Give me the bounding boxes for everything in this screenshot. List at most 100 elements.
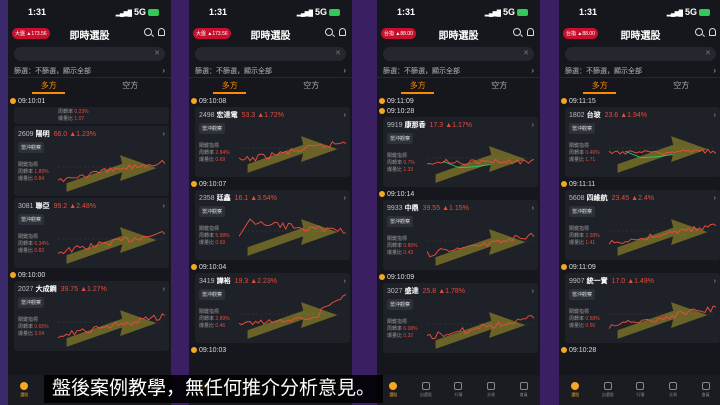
filter-row[interactable]: 篩選：不篩選，顯示全部 › xyxy=(189,64,352,78)
stock-card[interactable]: 3081 聯亞 99.2 ▲2.48% › 當沖觀察 關鍵指標 周轉率 6.34% 爆量比 0.… xyxy=(14,198,169,268)
observe-button[interactable]: 當沖觀察 xyxy=(18,214,45,225)
filter-row[interactable]: 篩選：不篩選，顯示全部 › xyxy=(8,64,171,78)
signal-time: 09:10:14 xyxy=(387,190,415,198)
stock-code: 3419 xyxy=(199,277,215,285)
page-title: 即時選股 xyxy=(620,30,661,42)
close-icon[interactable]: ✕ xyxy=(154,49,160,57)
bottom-nav-item[interactable]: 會員 xyxy=(512,382,536,398)
bottom-nav-item[interactable]: 交易 xyxy=(479,382,503,398)
close-icon[interactable]: ✕ xyxy=(335,49,341,57)
index-badge[interactable]: 台指 ▲88.00 xyxy=(381,28,416,39)
bottom-nav: 選股 自選股 行情 交易 會員 xyxy=(377,375,540,405)
nav-bar: 大盤 ▲173.56 即時選股 xyxy=(8,24,171,44)
observe-button[interactable]: 當沖觀察 xyxy=(199,123,226,134)
filter-row[interactable]: 篩選：不篩選，顯示全部 › xyxy=(377,64,540,78)
stock-card[interactable]: 2609 陽明 66.0 ▲1.23% › 當沖觀察 關鍵指標 周轉率 1.89% 爆量比 0.… xyxy=(14,126,169,196)
volume-ratio-value: 1.07 xyxy=(74,116,85,122)
observe-button[interactable]: 當沖觀察 xyxy=(569,123,596,134)
bottom-nav-item[interactable]: 行情 xyxy=(628,382,652,398)
index-badge[interactable]: 大盤 ▲173.56 xyxy=(193,28,231,39)
bottom-nav-item[interactable]: 會員 xyxy=(694,382,718,398)
stock-card[interactable]: 2358 廷鑫 16.1 ▲3.54% › 當沖觀察 關鍵指標 周轉率 5.98% 爆量比 0.… xyxy=(195,190,350,260)
signal-list[interactable]: 09:11:15 1802 台玻 23.6 ▲1.94% › 當沖觀察 關鍵指標 周轉率 0.4… xyxy=(559,96,720,375)
tab-long[interactable]: 多方 xyxy=(377,78,459,94)
search-icon[interactable] xyxy=(325,28,333,36)
stock-card[interactable]: 9933 中鼎 39.55 ▲1.15% › 當沖觀察 關鍵指標 周轉率 0.86% 爆量比 0… xyxy=(383,200,538,270)
tab-short[interactable]: 空方 xyxy=(459,78,541,94)
alarm-icon xyxy=(191,98,197,104)
stock-card[interactable]: 3027 盛達 25.8 ▲1.78% › 當沖觀察 關鍵指標 周轉率 6.08% 爆量比 0.… xyxy=(383,283,538,353)
chevron-right-icon: › xyxy=(162,285,165,293)
bottom-nav-item[interactable]: 自選股 xyxy=(596,382,620,398)
tab-bar: 多方 空方 xyxy=(377,78,540,94)
intraday-chart xyxy=(58,140,165,194)
bottom-nav-item[interactable]: 選股 xyxy=(381,382,405,398)
bell-icon[interactable] xyxy=(527,28,534,36)
observe-button[interactable]: 當沖觀察 xyxy=(18,297,45,308)
bottom-nav-item[interactable]: 交易 xyxy=(661,382,685,398)
tab-short[interactable]: 空方 xyxy=(90,78,172,94)
stock-card[interactable]: 1802 台玻 23.6 ▲1.94% › 當沖觀察 關鍵指標 周轉率 0.46% 爆量比 1.… xyxy=(565,107,720,177)
stock-card[interactable]: 9919 康那香 17.3 ▲1.17% › 當沖觀察 關鍵指標 周轉率 0.7% 爆量比 1.… xyxy=(383,117,538,187)
stock-card[interactable]: 3419 譁裕 19.3 ▲2.23% › 當沖觀察 關鍵指標 周轉率 2.89% 爆量比 0.… xyxy=(195,273,350,343)
time-row: 09:10:07 xyxy=(189,179,352,189)
signal-time: 09:11:09 xyxy=(569,263,596,271)
search-input[interactable]: ✕ xyxy=(14,47,165,61)
search-input[interactable]: ✕ xyxy=(195,47,346,61)
nav-icon xyxy=(701,382,710,390)
signal-list[interactable]: 09:10:01 周轉率 0.23% 爆量比 1.07 2609 陽明 66.0 ▲1.23… xyxy=(8,96,171,375)
status-time: 1:31 xyxy=(579,7,598,17)
observe-button[interactable]: 當沖觀察 xyxy=(569,206,596,217)
search-icon[interactable] xyxy=(144,28,152,36)
stock-card[interactable]: 周轉率 0.23% 爆量比 1.07 xyxy=(14,107,169,124)
signal-time: 09:11:09 xyxy=(387,97,414,105)
signal-list[interactable]: 09:11:09 09:10:28 9919 康那香 17.3 ▲1.17% › 當沖觀察 關鍵… xyxy=(377,96,540,375)
observe-button[interactable]: 當沖觀察 xyxy=(569,289,596,300)
bell-icon[interactable] xyxy=(158,28,165,36)
search-input[interactable]: ✕ xyxy=(383,47,534,61)
close-icon[interactable]: ✕ xyxy=(705,49,711,57)
volume-ratio-value: 0.84 xyxy=(34,176,45,182)
observe-button[interactable]: 當沖觀察 xyxy=(199,206,226,217)
stock-price: 39.55 xyxy=(422,204,441,212)
stock-card[interactable]: 2027 大成鋼 39.75 ▲1.27% › 當沖觀察 關鍵指標 周轉率 0.65% 爆量比 … xyxy=(14,281,169,351)
chevron-right-icon: › xyxy=(162,66,165,75)
stock-card[interactable]: 2498 宏達電 53.3 ▲1.72% › 當沖觀察 關鍵指標 周轉率 2.84% 爆量比 0… xyxy=(195,107,350,177)
search-icon[interactable] xyxy=(513,28,521,36)
index-badge[interactable]: 台指 ▲88.00 xyxy=(563,28,598,39)
search-input[interactable]: ✕ xyxy=(565,47,716,61)
stock-card[interactable]: 5608 四維航 23.45 ▲2.4% › 當沖觀察 關鍵指標 周轉率 2.28% 爆量比 1… xyxy=(565,190,720,260)
tab-long[interactable]: 多方 xyxy=(189,78,271,94)
bottom-nav-label: 選股 xyxy=(571,392,580,397)
bottom-nav-item[interactable]: 自選股 xyxy=(414,382,438,398)
signal-list[interactable]: 09:10:08 2498 宏達電 53.3 ▲1.72% › 當沖觀察 關鍵指標 周轉率 2.… xyxy=(189,96,352,375)
volume-ratio-label: 爆量比 xyxy=(569,157,585,163)
bottom-nav-item[interactable]: 選股 xyxy=(563,382,587,398)
nav-bar: 台指 ▲88.00 即時選股 xyxy=(559,24,720,44)
observe-button[interactable]: 當沖觀察 xyxy=(387,299,414,310)
index-badge[interactable]: 大盤 ▲173.56 xyxy=(12,28,50,39)
filter-row[interactable]: 篩選：不篩選，顯示全部 › xyxy=(559,64,720,78)
observe-button[interactable]: 當沖觀察 xyxy=(387,216,414,227)
volume-ratio-value: 0.46 xyxy=(215,323,226,329)
tab-long[interactable]: 多方 xyxy=(559,78,641,94)
volume-ratio-label: 爆量比 xyxy=(569,240,585,246)
close-icon[interactable]: ✕ xyxy=(523,49,529,57)
bottom-nav-item[interactable]: 行情 xyxy=(446,382,470,398)
stock-change: ▲1.15% xyxy=(442,204,469,212)
search-icon[interactable] xyxy=(695,28,703,36)
bell-icon[interactable] xyxy=(709,28,716,36)
index-label: 關鍵指標 xyxy=(569,226,590,232)
volume-ratio-value: 1.71 xyxy=(585,157,596,163)
observe-button[interactable]: 當沖觀察 xyxy=(18,142,45,153)
observe-button[interactable]: 當沖觀察 xyxy=(387,133,414,144)
tab-long[interactable]: 多方 xyxy=(8,78,90,94)
tab-short[interactable]: 空方 xyxy=(641,78,720,94)
observe-button[interactable]: 當沖觀察 xyxy=(199,289,226,300)
bottom-nav-item[interactable]: 選股 xyxy=(12,382,36,398)
stock-card[interactable]: 9907 統一實 17.0 ▲1.49% › 當沖觀察 關鍵指標 周轉率 0.58% 爆量比 0… xyxy=(565,273,720,343)
tab-short[interactable]: 空方 xyxy=(271,78,353,94)
signal-time: 09:10:28 xyxy=(387,107,415,115)
stock-name: 台玻 xyxy=(586,112,601,119)
bell-icon[interactable] xyxy=(339,28,346,36)
